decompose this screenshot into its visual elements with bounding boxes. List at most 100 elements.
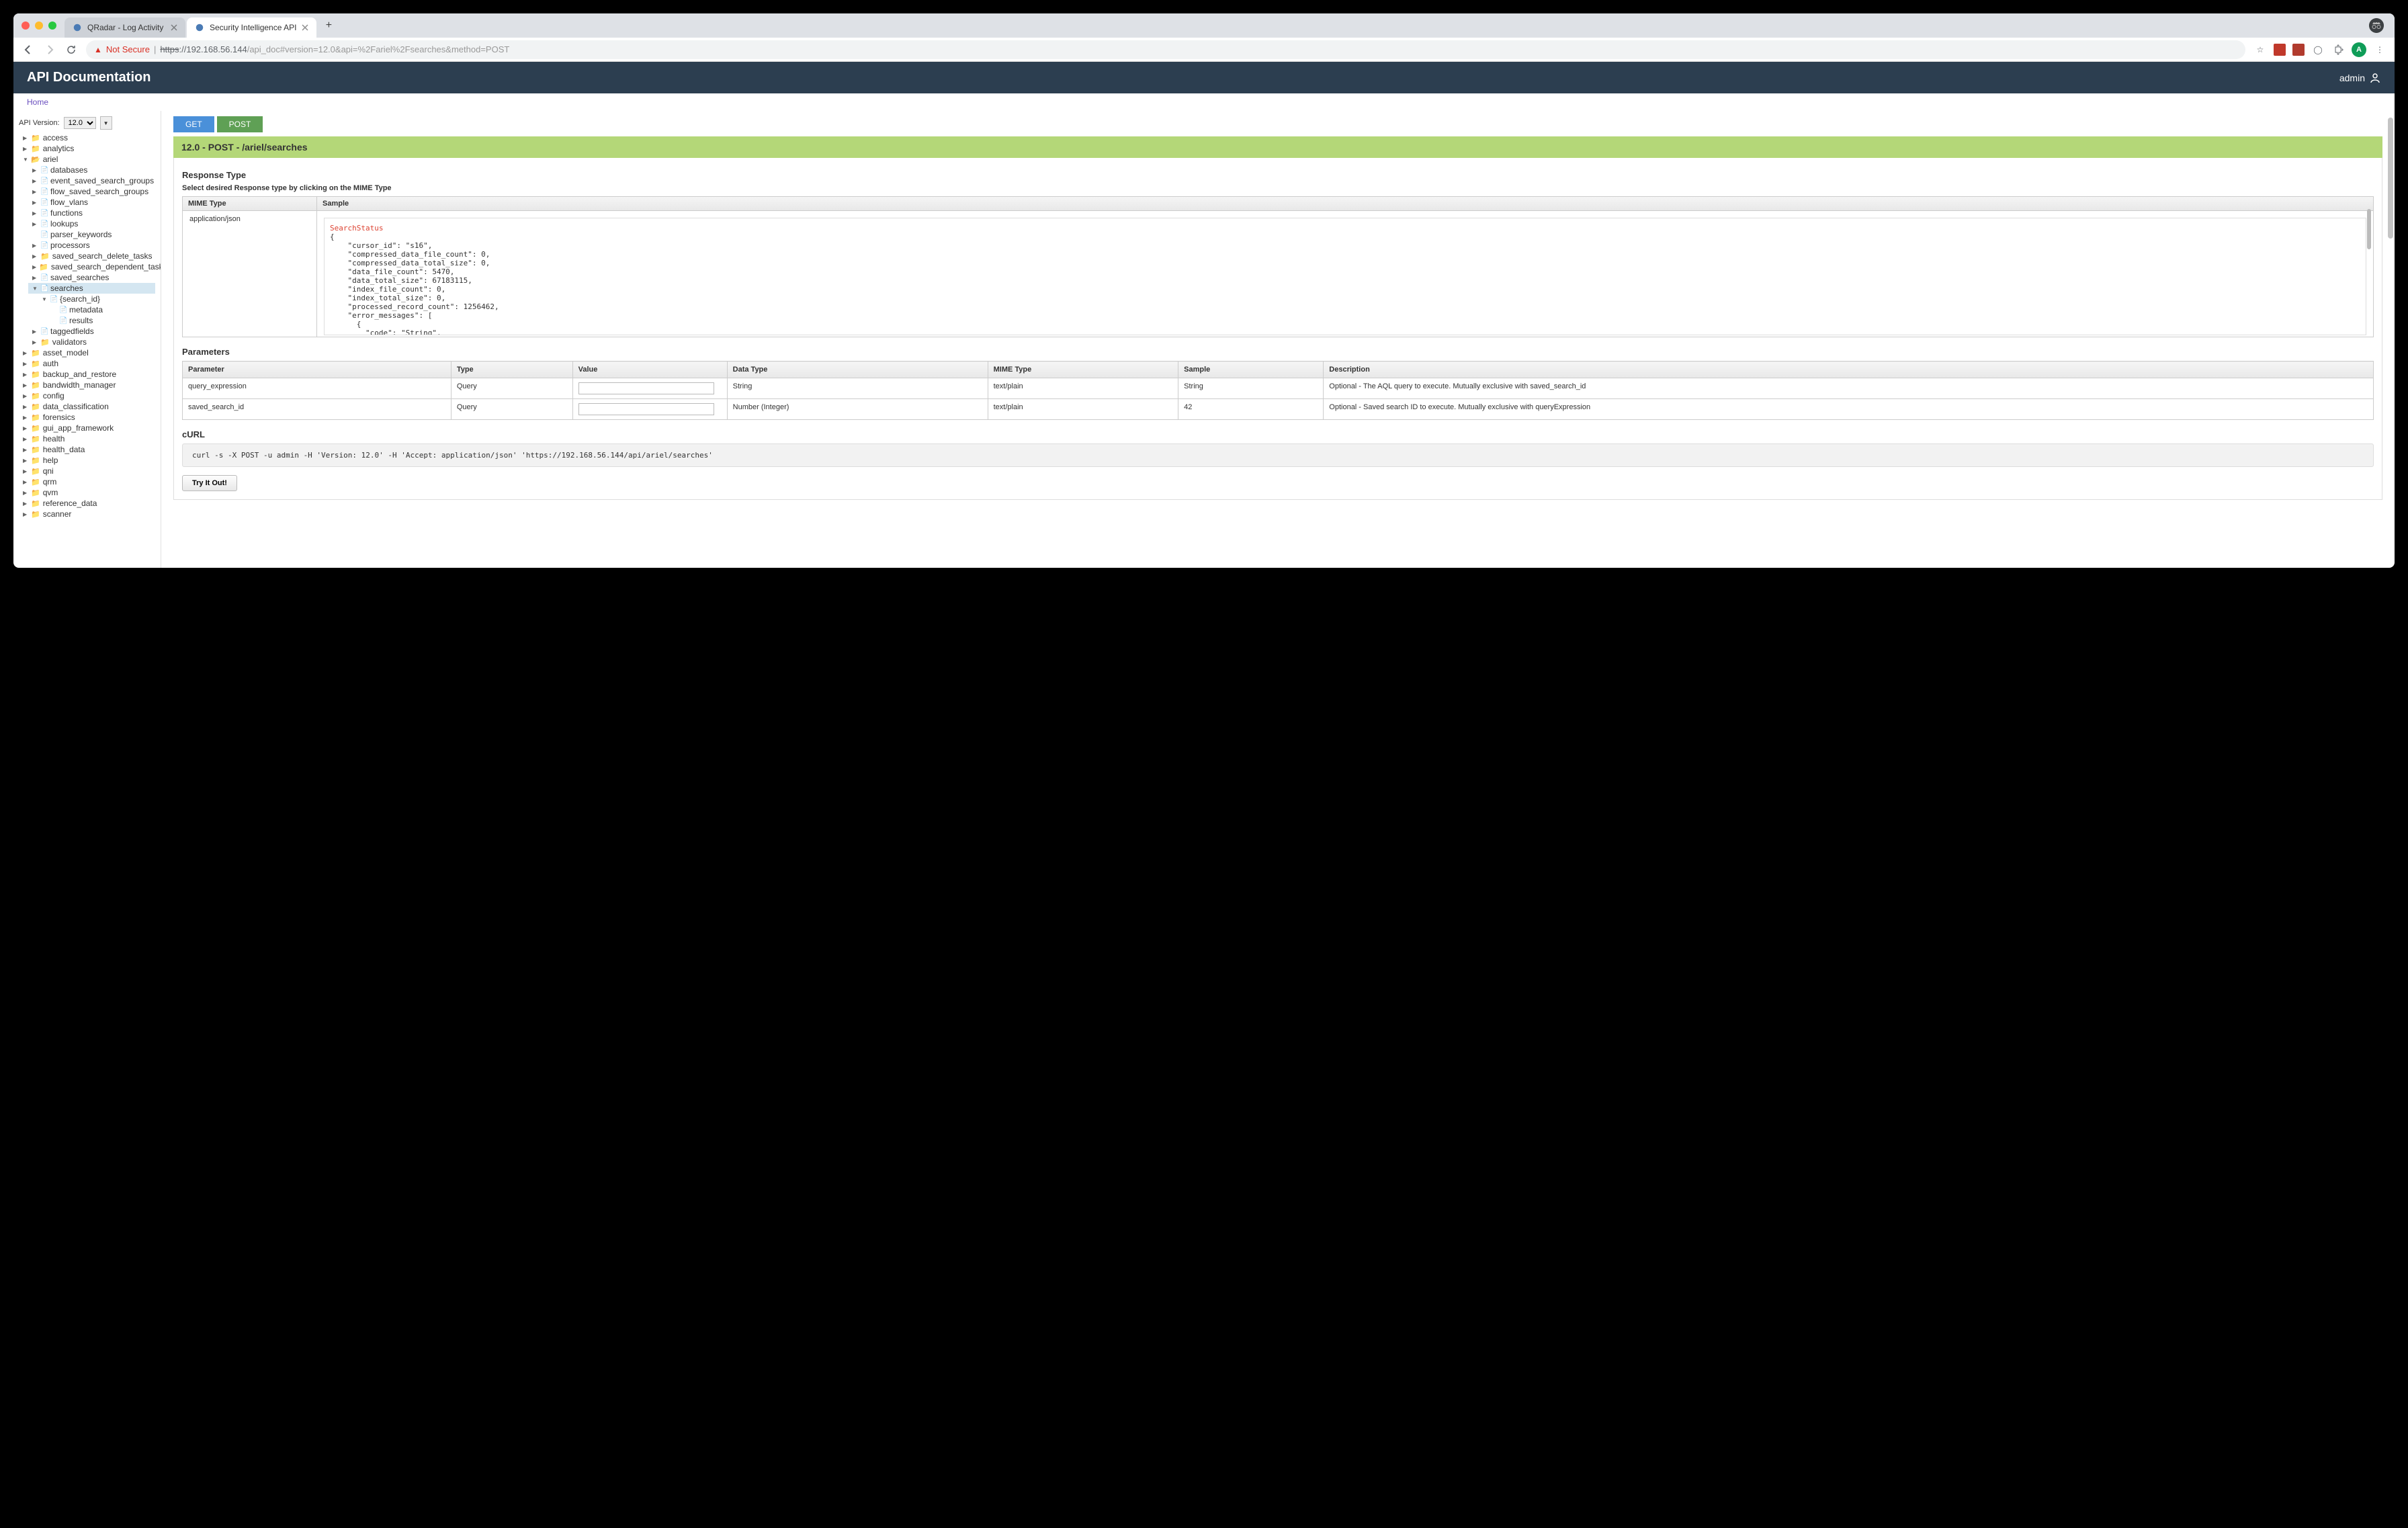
tree-item[interactable]: ▶📁forensics xyxy=(19,412,155,423)
chevron-right-icon: ▶ xyxy=(23,404,28,410)
mime-value[interactable]: application/json xyxy=(183,211,316,227)
maximize-window-icon[interactable] xyxy=(48,22,56,30)
tab-qradar[interactable]: QRadar - Log Activity xyxy=(64,17,185,38)
cell-description: Optional - The AQL query to execute. Mut… xyxy=(1324,378,2374,399)
new-tab-button[interactable]: + xyxy=(320,17,337,34)
folder-icon: 📁 xyxy=(31,424,40,433)
folder-icon: 📁 xyxy=(31,489,40,497)
tree-item[interactable]: ▶📄saved_searches xyxy=(28,272,155,283)
profile-avatar[interactable]: A xyxy=(2352,42,2366,57)
file-icon: 📄 xyxy=(40,220,48,228)
cell-type: Query xyxy=(451,378,572,399)
minimize-window-icon[interactable] xyxy=(35,22,43,30)
chevron-right-icon: ▶ xyxy=(32,189,38,195)
scrollbar[interactable] xyxy=(2367,209,2371,249)
mime-table: MIME Type application/json Sample Search… xyxy=(182,196,2374,337)
file-icon: 📄 xyxy=(40,177,48,185)
chevron-down-icon: ▼ xyxy=(23,157,28,163)
tree-item[interactable]: ▶📁asset_model xyxy=(19,347,155,358)
tree-item[interactable]: ▶📁help xyxy=(19,455,155,466)
reload-button[interactable] xyxy=(64,43,78,56)
close-icon[interactable] xyxy=(171,24,177,31)
tree-item[interactable]: ▶📄flow_vlans xyxy=(28,197,155,208)
tree-item[interactable]: ▶📁config xyxy=(19,390,155,401)
url-bar[interactable]: ▲ Not Secure | https://192.168.56.144/ap… xyxy=(86,40,2245,59)
mime-header: MIME Type xyxy=(183,197,316,211)
camera-icon[interactable]: ◯ xyxy=(2311,43,2325,56)
tree-item-searches[interactable]: ▼📄searches xyxy=(28,283,155,294)
tab-api[interactable]: Security Intelligence API xyxy=(187,17,316,38)
tree-item[interactable]: ▶📁health_data xyxy=(19,444,155,455)
tree-item[interactable]: ▶📄lookups xyxy=(28,218,155,229)
blank-icon xyxy=(51,318,56,324)
col-description: Description xyxy=(1324,362,2374,378)
folder-icon: 📁 xyxy=(31,467,40,476)
chevron-right-icon: ▶ xyxy=(23,479,28,485)
tab-get[interactable]: GET xyxy=(173,116,214,132)
folder-icon: 📁 xyxy=(31,456,40,465)
cell-mime-type: text/plain xyxy=(988,378,1178,399)
tree-item[interactable]: ▶📁backup_and_restore xyxy=(19,369,155,380)
puzzle-icon[interactable] xyxy=(2331,43,2345,56)
scrollbar[interactable] xyxy=(2388,118,2393,239)
tree-item[interactable]: ▶📄taggedfields xyxy=(28,326,155,337)
tab-label: Security Intelligence API xyxy=(210,23,296,32)
tree-item[interactable]: ▶📁qni xyxy=(19,466,155,476)
tree-item[interactable]: ▶📁saved_search_dependent_tasks xyxy=(28,261,155,272)
forward-button[interactable] xyxy=(43,43,56,56)
tree-item[interactable]: ▶📁reference_data xyxy=(19,498,155,509)
tree-item[interactable]: ▶📁auth xyxy=(19,358,155,369)
tree-item[interactable]: ▶📄processors xyxy=(28,240,155,251)
tree-item[interactable]: ▶📁scanner xyxy=(19,509,155,519)
chevron-right-icon: ▶ xyxy=(23,458,28,464)
tree-item[interactable]: ▶📁qvm xyxy=(19,487,155,498)
user-icon xyxy=(2369,72,2381,84)
tree-item[interactable]: 📄parser_keywords xyxy=(28,229,155,240)
tree-item-analytics[interactable]: ▶📁analytics xyxy=(19,143,155,154)
tree-item[interactable]: ▶📁data_classification xyxy=(19,401,155,412)
try-it-out-button[interactable]: Try It Out! xyxy=(182,475,237,491)
tree-item[interactable]: ▶📁saved_search_delete_tasks xyxy=(28,251,155,261)
tree-item-ariel[interactable]: ▼📂ariel xyxy=(19,154,155,165)
tab-post[interactable]: POST xyxy=(217,116,263,132)
endpoint-title: 12.0 - POST - /ariel/searches xyxy=(173,136,2382,158)
user-info[interactable]: admin xyxy=(2339,72,2381,84)
folder-icon: 📁 xyxy=(31,413,40,422)
tree-item-access[interactable]: ▶📁access xyxy=(19,132,155,143)
folder-icon: 📁 xyxy=(40,338,50,347)
api-version-select[interactable]: 12.0 xyxy=(64,117,96,129)
folder-icon: 📁 xyxy=(31,478,40,486)
tree-item[interactable]: ▶📁health xyxy=(19,433,155,444)
tree-item-search-id[interactable]: ▼📄{search_id} xyxy=(38,294,155,304)
tree-item[interactable]: ▶📁bandwidth_manager xyxy=(19,380,155,390)
tree-item[interactable]: ▶📄event_saved_search_groups xyxy=(28,175,155,186)
breadcrumb-home[interactable]: Home xyxy=(27,97,48,107)
tab-label: QRadar - Log Activity xyxy=(87,23,163,32)
tree-item-metadata[interactable]: 📄metadata xyxy=(47,304,155,315)
tab-strip: QRadar - Log Activity Security Intellige… xyxy=(64,13,337,38)
close-icon[interactable] xyxy=(302,24,308,31)
tree-item[interactable]: ▶📁qrm xyxy=(19,476,155,487)
menu-icon[interactable]: ⋮ xyxy=(2373,43,2386,56)
file-icon: 📄 xyxy=(40,231,48,239)
chevron-right-icon: ▶ xyxy=(23,501,28,507)
close-window-icon[interactable] xyxy=(22,22,30,30)
chevron-right-icon: ▶ xyxy=(23,425,28,431)
chevron-right-icon: ▶ xyxy=(32,210,38,216)
tree-item[interactable]: ▶📁validators xyxy=(28,337,155,347)
value-input-query-expression[interactable] xyxy=(578,382,714,394)
extension-icon[interactable] xyxy=(2292,44,2305,56)
value-input-saved-search-id[interactable] xyxy=(578,403,714,415)
username: admin xyxy=(2339,73,2365,83)
extension-icon[interactable] xyxy=(2274,44,2286,56)
tree-item[interactable]: ▶📁gui_app_framework xyxy=(19,423,155,433)
warning-icon: ▲ xyxy=(94,45,102,54)
star-icon[interactable]: ☆ xyxy=(2253,43,2267,56)
tree-item[interactable]: ▶📄flow_saved_search_groups xyxy=(28,186,155,197)
back-button[interactable] xyxy=(22,43,35,56)
tree-item[interactable]: ▶📄functions xyxy=(28,208,155,218)
chevron-down-icon[interactable]: ▼ xyxy=(100,116,112,130)
file-icon: 📄 xyxy=(50,296,57,303)
tree-item-results[interactable]: 📄results xyxy=(47,315,155,326)
tree-item-databases[interactable]: ▶📄databases xyxy=(28,165,155,175)
